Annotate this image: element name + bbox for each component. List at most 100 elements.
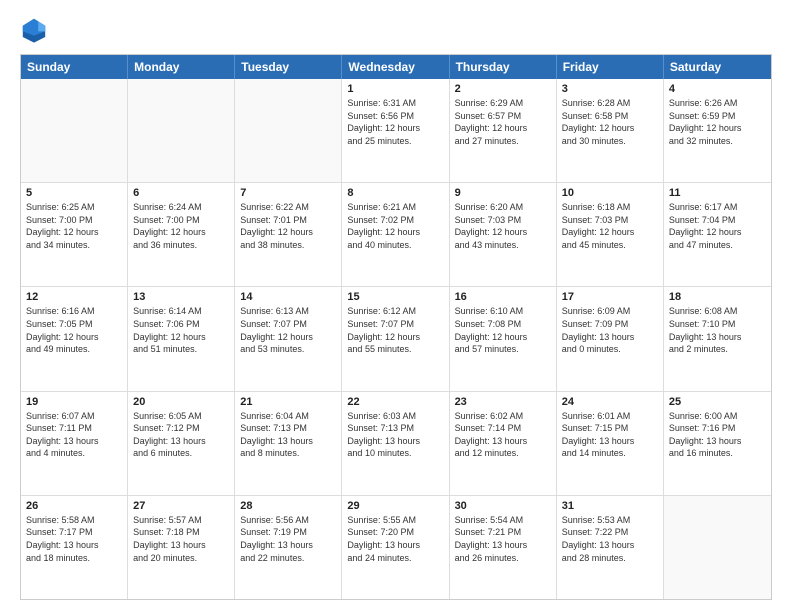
- day-number: 2: [455, 83, 551, 95]
- cell-content: Sunrise: 6:03 AMSunset: 7:13 PMDaylight:…: [347, 410, 443, 460]
- day-number: 17: [562, 291, 658, 303]
- cell-content: Sunrise: 6:21 AMSunset: 7:02 PMDaylight:…: [347, 201, 443, 251]
- day-number: 21: [240, 396, 336, 408]
- cell-content: Sunrise: 6:18 AMSunset: 7:03 PMDaylight:…: [562, 201, 658, 251]
- weekday-header: Wednesday: [342, 55, 449, 79]
- calendar-row: 26 Sunrise: 5:58 AMSunset: 7:17 PMDayligh…: [21, 495, 771, 599]
- cell-content: Sunrise: 6:31 AMSunset: 6:56 PMDaylight:…: [347, 97, 443, 147]
- cell-content: Sunrise: 5:58 AMSunset: 7:17 PMDaylight:…: [26, 514, 122, 564]
- cell-content: Sunrise: 6:22 AMSunset: 7:01 PMDaylight:…: [240, 201, 336, 251]
- calendar-row: 12 Sunrise: 6:16 AMSunset: 7:05 PMDayligh…: [21, 286, 771, 390]
- day-number: 10: [562, 187, 658, 199]
- day-number: 5: [26, 187, 122, 199]
- logo-icon: [20, 16, 48, 44]
- calendar-row: 1 Sunrise: 6:31 AMSunset: 6:56 PMDaylight…: [21, 79, 771, 182]
- calendar-cell-empty: [21, 79, 128, 182]
- calendar-cell: 26 Sunrise: 5:58 AMSunset: 7:17 PMDayligh…: [21, 496, 128, 599]
- calendar-cell: 18Sunrise: 6:08 AMSunset: 7:10 PMDayligh…: [664, 287, 771, 390]
- cell-content: Sunrise: 6:09 AMSunset: 7:09 PMDaylight:…: [562, 305, 658, 355]
- calendar-cell: 12 Sunrise: 6:16 AMSunset: 7:05 PMDayligh…: [21, 287, 128, 390]
- calendar-cell: 1 Sunrise: 6:31 AMSunset: 6:56 PMDaylight…: [342, 79, 449, 182]
- cell-content: Sunrise: 6:25 AMSunset: 7:00 PMDaylight:…: [26, 201, 122, 251]
- day-number: 30: [455, 500, 551, 512]
- day-number: 31: [562, 500, 658, 512]
- page-header: [20, 16, 772, 44]
- day-number: 20: [133, 396, 229, 408]
- calendar-cell: 24 Sunrise: 6:01 AMSunset: 7:15 PMDayligh…: [557, 392, 664, 495]
- day-number: 3: [562, 83, 658, 95]
- calendar-cell: 2 Sunrise: 6:29 AMSunset: 6:57 PMDaylight…: [450, 79, 557, 182]
- calendar-cell: 9Sunrise: 6:20 AMSunset: 7:03 PMDaylight…: [450, 183, 557, 286]
- day-number: 19: [26, 396, 122, 408]
- calendar-body: 1 Sunrise: 6:31 AMSunset: 6:56 PMDaylight…: [21, 79, 771, 599]
- calendar-cell-empty: [128, 79, 235, 182]
- cell-content: Sunrise: 6:13 AMSunset: 7:07 PMDaylight:…: [240, 305, 336, 355]
- day-number: 13: [133, 291, 229, 303]
- calendar-cell: 17 Sunrise: 6:09 AMSunset: 7:09 PMDayligh…: [557, 287, 664, 390]
- calendar-cell-empty: [664, 496, 771, 599]
- cell-content: Sunrise: 6:10 AMSunset: 7:08 PMDaylight:…: [455, 305, 551, 355]
- calendar: SundayMondayTuesdayWednesdayThursdayFrid…: [20, 54, 772, 600]
- logo: [20, 16, 52, 44]
- day-number: 4: [669, 83, 766, 95]
- calendar-cell: 13 Sunrise: 6:14 AMSunset: 7:06 PMDayligh…: [128, 287, 235, 390]
- cell-content: Sunrise: 5:54 AMSunset: 7:21 PMDaylight:…: [455, 514, 551, 564]
- calendar-cell: 20Sunrise: 6:05 AMSunset: 7:12 PMDayligh…: [128, 392, 235, 495]
- day-number: 8: [347, 187, 443, 199]
- weekday-header: Sunday: [21, 55, 128, 79]
- day-number: 15: [347, 291, 443, 303]
- day-number: 6: [133, 187, 229, 199]
- calendar-cell: 10 Sunrise: 6:18 AMSunset: 7:03 PMDayligh…: [557, 183, 664, 286]
- cell-content: Sunrise: 6:02 AMSunset: 7:14 PMDaylight:…: [455, 410, 551, 460]
- weekday-header: Monday: [128, 55, 235, 79]
- day-number: 25: [669, 396, 766, 408]
- cell-content: Sunrise: 5:57 AMSunset: 7:18 PMDaylight:…: [133, 514, 229, 564]
- weekday-header: Saturday: [664, 55, 771, 79]
- cell-content: Sunrise: 6:00 AMSunset: 7:16 PMDaylight:…: [669, 410, 766, 460]
- calendar-cell: 8 Sunrise: 6:21 AMSunset: 7:02 PMDaylight…: [342, 183, 449, 286]
- day-number: 14: [240, 291, 336, 303]
- cell-content: Sunrise: 6:16 AMSunset: 7:05 PMDaylight:…: [26, 305, 122, 355]
- weekday-header: Friday: [557, 55, 664, 79]
- weekday-header: Tuesday: [235, 55, 342, 79]
- day-number: 1: [347, 83, 443, 95]
- calendar-cell: 29 Sunrise: 5:55 AMSunset: 7:20 PMDayligh…: [342, 496, 449, 599]
- day-number: 27: [133, 500, 229, 512]
- cell-content: Sunrise: 5:55 AMSunset: 7:20 PMDaylight:…: [347, 514, 443, 564]
- calendar-cell: 23 Sunrise: 6:02 AMSunset: 7:14 PMDayligh…: [450, 392, 557, 495]
- cell-content: Sunrise: 6:08 AMSunset: 7:10 PMDaylight:…: [669, 305, 766, 355]
- day-number: 7: [240, 187, 336, 199]
- calendar-cell: 7 Sunrise: 6:22 AMSunset: 7:01 PMDaylight…: [235, 183, 342, 286]
- calendar-cell: 5 Sunrise: 6:25 AMSunset: 7:00 PMDaylight…: [21, 183, 128, 286]
- cell-content: Sunrise: 6:28 AMSunset: 6:58 PMDaylight:…: [562, 97, 658, 147]
- calendar-cell: 21Sunrise: 6:04 AMSunset: 7:13 PMDayligh…: [235, 392, 342, 495]
- cell-content: Sunrise: 6:14 AMSunset: 7:06 PMDaylight:…: [133, 305, 229, 355]
- day-number: 29: [347, 500, 443, 512]
- calendar-row: 19 Sunrise: 6:07 AMSunset: 7:11 PMDayligh…: [21, 391, 771, 495]
- calendar-cell: 22 Sunrise: 6:03 AMSunset: 7:13 PMDayligh…: [342, 392, 449, 495]
- calendar-cell: 11Sunrise: 6:17 AMSunset: 7:04 PMDayligh…: [664, 183, 771, 286]
- cell-content: Sunrise: 6:20 AMSunset: 7:03 PMDaylight:…: [455, 201, 551, 251]
- day-number: 22: [347, 396, 443, 408]
- day-number: 11: [669, 187, 766, 199]
- cell-content: Sunrise: 6:24 AMSunset: 7:00 PMDaylight:…: [133, 201, 229, 251]
- cell-content: Sunrise: 6:07 AMSunset: 7:11 PMDaylight:…: [26, 410, 122, 460]
- cell-content: Sunrise: 5:53 AMSunset: 7:22 PMDaylight:…: [562, 514, 658, 564]
- cell-content: Sunrise: 5:56 AMSunset: 7:19 PMDaylight:…: [240, 514, 336, 564]
- day-number: 24: [562, 396, 658, 408]
- day-number: 26: [26, 500, 122, 512]
- calendar-header: SundayMondayTuesdayWednesdayThursdayFrid…: [21, 55, 771, 79]
- cell-content: Sunrise: 6:26 AMSunset: 6:59 PMDaylight:…: [669, 97, 766, 147]
- cell-content: Sunrise: 6:29 AMSunset: 6:57 PMDaylight:…: [455, 97, 551, 147]
- day-number: 12: [26, 291, 122, 303]
- calendar-cell: 15 Sunrise: 6:12 AMSunset: 7:07 PMDayligh…: [342, 287, 449, 390]
- calendar-cell: 30 Sunrise: 5:54 AMSunset: 7:21 PMDayligh…: [450, 496, 557, 599]
- calendar-cell: 16Sunrise: 6:10 AMSunset: 7:08 PMDayligh…: [450, 287, 557, 390]
- calendar-cell: 27 Sunrise: 5:57 AMSunset: 7:18 PMDayligh…: [128, 496, 235, 599]
- calendar-cell: 3 Sunrise: 6:28 AMSunset: 6:58 PMDaylight…: [557, 79, 664, 182]
- day-number: 23: [455, 396, 551, 408]
- calendar-cell: 4 Sunrise: 6:26 AMSunset: 6:59 PMDaylight…: [664, 79, 771, 182]
- cell-content: Sunrise: 6:12 AMSunset: 7:07 PMDaylight:…: [347, 305, 443, 355]
- cell-content: Sunrise: 6:01 AMSunset: 7:15 PMDaylight:…: [562, 410, 658, 460]
- calendar-cell: 31 Sunrise: 5:53 AMSunset: 7:22 PMDayligh…: [557, 496, 664, 599]
